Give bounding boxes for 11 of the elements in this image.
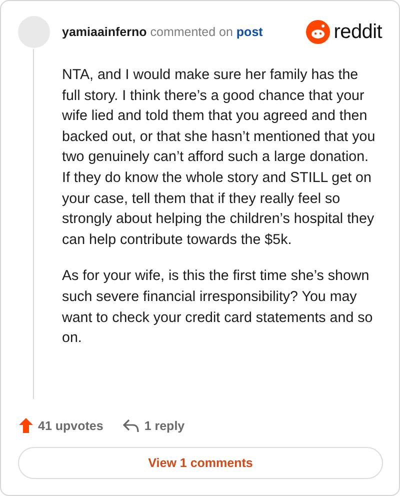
comment-paragraph: As for your wife, is this the first time she’s shown such severe financial irresponsibility? You may want to check your credit card statements and so on.: [62, 267, 374, 348]
reply-count: 1 reply: [144, 418, 185, 432]
alien-logo-icon: [306, 20, 330, 44]
comment-paragraph: NTA, and I would make sure her family has the full story. I think there’s a good chance that your wife lied and told them that you agreed and then backed out, or that she hasn’t mentioned that you two genuinely can’t afford such a large donation. If they do know the whole story and STILL get on your case, tell them that if they really feel so strongly about helping the children’s hospital they can help contribute towards the $5k.: [62, 66, 376, 250]
brand-name: reddit: [334, 20, 382, 44]
reply-arrow-icon[interactable]: [123, 418, 140, 432]
post-link[interactable]: post: [236, 25, 263, 39]
upvote-arrow-icon[interactable]: [19, 418, 33, 433]
upvote-count: 41 upvotes: [38, 418, 104, 432]
view-comments-button[interactable]: View 1 comments: [18, 447, 383, 479]
comment-meta: yamiaainferno commented on post: [62, 25, 264, 39]
